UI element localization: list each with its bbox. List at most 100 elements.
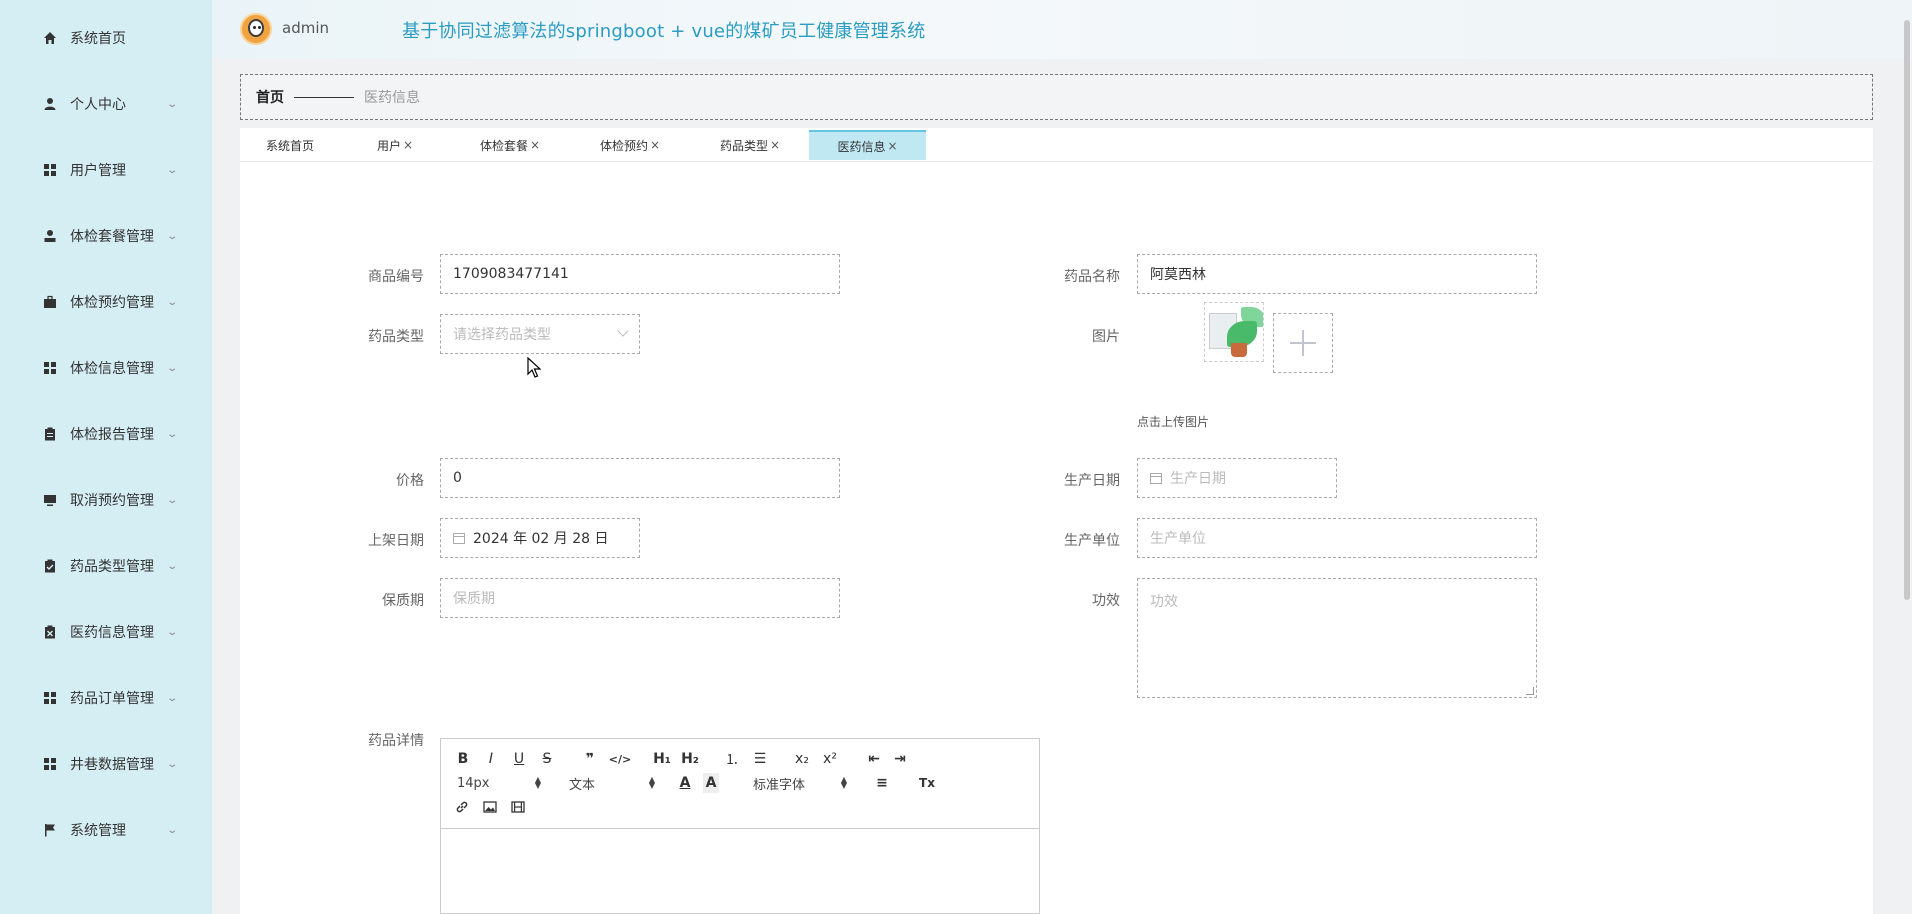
clipboard-icon — [42, 426, 58, 442]
efficacy-placeholder: 功效 — [1150, 594, 1178, 610]
user-check-icon — [42, 228, 58, 244]
bullet-list-icon[interactable]: ☰ — [751, 749, 769, 769]
tab-label: 系统首页 — [265, 138, 314, 153]
header-select[interactable]: 文本 ▲ ▼ — [569, 773, 655, 793]
sidebar-item-package-management[interactable]: 体检套餐管理 ⌄ — [0, 216, 212, 256]
breadcrumb-current: 医药信息 — [364, 90, 420, 106]
clear-format-icon[interactable]: Tx — [917, 773, 937, 793]
close-icon[interactable]: × — [650, 138, 660, 152]
drug-type-placeholder: 请选择药品类型 — [453, 327, 551, 343]
breadcrumb-separator — [294, 96, 354, 98]
home-icon — [42, 30, 58, 46]
image-icon[interactable] — [481, 797, 499, 817]
sidebar-item-cancel-management[interactable]: 取消预约管理 ⌄ — [0, 480, 212, 520]
grid-icon — [42, 360, 58, 376]
sidebar-item-personal-center[interactable]: 个人中心 ⌄ — [0, 84, 212, 124]
sidebar-item-appointment-management[interactable]: 体检预约管理 ⌄ — [0, 282, 212, 322]
upload-image-button[interactable] — [1273, 313, 1333, 373]
close-icon[interactable]: × — [530, 138, 540, 152]
sidebar-item-drug-type-management[interactable]: 药品类型管理 ⌄ — [0, 546, 212, 586]
price-input[interactable]: 0 — [440, 458, 840, 498]
tab-user[interactable]: 用户 × — [340, 130, 450, 160]
drug-name-input[interactable]: 阿莫西林 — [1137, 254, 1537, 294]
production-date-label: 生产日期 — [1064, 473, 1120, 489]
chevron-down-icon: ⌄ — [166, 164, 179, 176]
clipboard-check-icon — [42, 558, 58, 574]
underline-icon[interactable]: U — [511, 749, 527, 769]
background-color-icon[interactable]: A — [703, 773, 719, 793]
price-label: 价格 — [396, 473, 424, 489]
tab-medicine-info[interactable]: 医药信息 × — [809, 130, 926, 160]
close-icon[interactable]: × — [770, 138, 780, 152]
superscript-icon[interactable]: x² — [821, 749, 839, 769]
chevron-down-icon: ⌄ — [166, 230, 179, 242]
chevron-down-icon: ⌄ — [166, 560, 179, 572]
production-date-placeholder: 生产日期 — [1170, 471, 1226, 487]
resize-handle-icon[interactable] — [1526, 687, 1534, 695]
strikethrough-icon[interactable]: S — [539, 749, 555, 769]
product-code-input[interactable]: 1709083477141 — [440, 254, 840, 294]
tab-exam-package[interactable]: 体检套餐 × — [450, 130, 570, 160]
drug-type-select[interactable]: 请选择药品类型 — [440, 314, 640, 354]
production-date-picker[interactable]: 生产日期 — [1137, 458, 1337, 498]
quote-icon[interactable]: ❞ — [581, 749, 599, 769]
username[interactable]: admin — [282, 19, 329, 37]
tab-system-home[interactable]: 系统首页 — [240, 130, 340, 160]
sidebar-item-system-management[interactable]: 系统管理 ⌄ — [0, 810, 212, 850]
breadcrumb: 首页 医药信息 — [240, 74, 1873, 120]
breadcrumb-home[interactable]: 首页 — [256, 87, 284, 107]
sidebar-item-shaft-data-management[interactable]: 井巷数据管理 ⌄ — [0, 744, 212, 784]
sidebar-item-medicine-info-management[interactable]: 医药信息管理 ⌄ — [0, 612, 212, 652]
up-down-arrow-icon: ▲ ▼ — [840, 775, 847, 790]
close-icon[interactable]: × — [887, 139, 897, 153]
efficacy-label: 功效 — [1092, 593, 1120, 609]
text-color-icon[interactable]: A — [677, 773, 693, 793]
sidebar-item-report-management[interactable]: 体检报告管理 ⌄ — [0, 414, 212, 454]
video-icon[interactable] — [509, 797, 527, 817]
sidebar-item-user-management[interactable]: 用户管理 ⌄ — [0, 150, 212, 190]
up-down-arrow-icon: ▲ ▼ — [534, 775, 541, 790]
font-family-value: 标准字体 — [753, 777, 806, 793]
tab-exam-appointment[interactable]: 体检预约 × — [570, 130, 690, 160]
bold-icon[interactable]: B — [455, 749, 471, 769]
font-size-select[interactable]: 14px ▲ ▼ — [457, 773, 541, 793]
image-label: 图片 — [1092, 329, 1120, 345]
tab-drug-type[interactable]: 药品类型 × — [690, 130, 810, 160]
heading-2-icon[interactable]: H₂ — [679, 749, 701, 769]
link-icon[interactable] — [453, 797, 471, 817]
avatar[interactable] — [240, 13, 272, 45]
font-family-select[interactable]: 标准字体 ▲ ▼ — [753, 773, 847, 793]
sidebar-item-exam-info-management[interactable]: 体检信息管理 ⌄ — [0, 348, 212, 388]
heading-1-icon[interactable]: H₁ — [651, 749, 673, 769]
code-icon[interactable]: </> — [609, 749, 631, 769]
top-header: admin 基于协同过滤算法的springboot + vue的煤矿员工健康管理… — [212, 0, 1912, 59]
close-icon[interactable]: × — [403, 138, 413, 152]
indent-icon[interactable]: ⇥ — [891, 749, 909, 769]
page-scrollbar[interactable] — [1904, 20, 1910, 600]
sidebar-item-label: 井巷数据管理 — [70, 757, 154, 773]
chevron-down-icon: ⌄ — [166, 98, 179, 110]
product-code-label: 商品编号 — [368, 269, 424, 285]
sidebar-item-label: 体检报告管理 — [70, 427, 154, 443]
manufacturer-input[interactable]: 生产单位 — [1137, 518, 1537, 558]
uploaded-image-thumbnail[interactable] — [1204, 302, 1264, 362]
ordered-list-icon[interactable]: ⒈ — [723, 749, 741, 769]
sidebar-item-label: 体检信息管理 — [70, 361, 154, 377]
briefcase-icon — [42, 294, 58, 310]
align-icon[interactable]: ≡ — [873, 773, 891, 793]
sidebar-item-label: 用户管理 — [70, 163, 126, 179]
editor-content-area[interactable] — [441, 829, 1039, 914]
font-size-value: 14px — [457, 775, 490, 791]
details-label: 药品详情 — [368, 733, 424, 749]
manufacturer-label: 生产单位 — [1064, 533, 1120, 549]
sidebar-item-label: 体检预约管理 — [70, 295, 154, 311]
italic-icon[interactable]: I — [483, 749, 499, 769]
calendar-icon — [1150, 472, 1162, 484]
efficacy-textarea[interactable]: 功效 — [1137, 578, 1537, 698]
shelf-date-picker[interactable]: 2024 年 02 月 28 日 — [440, 518, 640, 558]
sidebar-item-drug-order-management[interactable]: 药品订单管理 ⌄ — [0, 678, 212, 718]
sidebar-item-home[interactable]: 系统首页 — [0, 18, 212, 58]
shelf-life-input[interactable]: 保质期 — [440, 578, 840, 618]
outdent-icon[interactable]: ⇤ — [865, 749, 883, 769]
subscript-icon[interactable]: x₂ — [793, 749, 811, 769]
